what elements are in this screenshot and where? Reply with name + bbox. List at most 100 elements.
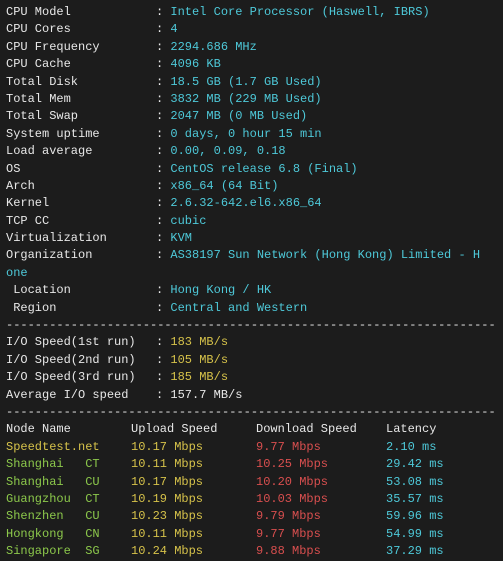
location-block: Location: Hong Kong / HK Region: Central… — [6, 282, 497, 317]
latency: 54.99 ms — [386, 526, 476, 543]
latency: 53.08 ms — [386, 474, 476, 491]
info-row: CPU Model: Intel Core Processor (Haswell… — [6, 4, 497, 21]
node-name: Singapore SG — [6, 543, 131, 560]
node-name: Speedtest.net — [6, 439, 131, 456]
info-separator: : — [156, 40, 170, 54]
info-label: OS — [6, 161, 156, 178]
info-row: System uptime: 0 days, 0 hour 15 min — [6, 126, 497, 143]
info-label: CPU Model — [6, 4, 156, 21]
download-speed: 10.25 Mbps — [256, 456, 386, 473]
info-separator: : — [156, 301, 170, 315]
info-value: KVM — [170, 231, 192, 245]
info-row: I/O Speed(3rd run): 185 MB/s — [6, 369, 497, 386]
info-label: TCP CC — [6, 213, 156, 230]
info-separator: : — [156, 75, 170, 89]
info-row: Total Mem: 3832 MB (229 MB Used) — [6, 91, 497, 108]
table-header-row: Node NameUpload SpeedDownload SpeedLaten… — [6, 421, 497, 438]
info-row: I/O Speed(1st run): 183 MB/s — [6, 334, 497, 351]
info-row: CPU Frequency: 2294.686 MHz — [6, 39, 497, 56]
info-value: AS38197 Sun Network (Hong Kong) Limited … — [170, 248, 480, 262]
info-label: CPU Cache — [6, 56, 156, 73]
info-label: System uptime — [6, 126, 156, 143]
info-separator: : — [156, 179, 170, 193]
info-value: 157.7 MB/s — [170, 388, 242, 402]
info-row: OS: CentOS release 6.8 (Final) — [6, 161, 497, 178]
latency: 29.42 ms — [386, 456, 476, 473]
info-separator: : — [156, 388, 170, 402]
info-value: 3832 MB (229 MB Used) — [170, 92, 321, 106]
download-speed: 9.88 Mbps — [256, 543, 386, 560]
table-row: Shanghai CU10.17 Mbps10.20 Mbps53.08 ms — [6, 474, 497, 491]
info-separator: : — [156, 57, 170, 71]
info-value: 105 MB/s — [170, 353, 228, 367]
info-row: Kernel: 2.6.32-642.el6.x86_64 — [6, 195, 497, 212]
info-row: Total Swap: 2047 MB (0 MB Used) — [6, 108, 497, 125]
info-separator: : — [156, 127, 170, 141]
info-row: I/O Speed(2nd run): 105 MB/s — [6, 352, 497, 369]
upload-speed: 10.17 Mbps — [131, 439, 256, 456]
info-value: x86_64 (64 Bit) — [170, 179, 278, 193]
upload-speed: 10.11 Mbps — [131, 526, 256, 543]
upload-speed: 10.23 Mbps — [131, 508, 256, 525]
info-value: Central and Western — [170, 301, 307, 315]
info-separator: : — [156, 231, 170, 245]
info-row: Region: Central and Western — [6, 300, 497, 317]
info-separator: : — [156, 248, 170, 262]
info-label: I/O Speed(3rd run) — [6, 369, 156, 386]
info-row: Location: Hong Kong / HK — [6, 282, 497, 299]
info-separator: : — [156, 196, 170, 210]
table-row: Shenzhen CU10.23 Mbps9.79 Mbps59.96 ms — [6, 508, 497, 525]
divider-line: ----------------------------------------… — [6, 404, 497, 421]
info-value: 185 MB/s — [170, 370, 228, 384]
info-separator: : — [156, 5, 170, 19]
download-speed: 9.77 Mbps — [256, 439, 386, 456]
info-label: CPU Cores — [6, 21, 156, 38]
io-speed-block: I/O Speed(1st run): 183 MB/sI/O Speed(2n… — [6, 334, 497, 404]
upload-speed: 10.24 Mbps — [131, 543, 256, 560]
table-header-up: Upload Speed — [131, 421, 256, 438]
divider-line: ----------------------------------------… — [6, 317, 497, 334]
info-row: Organization: AS38197 Sun Network (Hong … — [6, 247, 497, 264]
org-wrap-fragment: one — [6, 265, 497, 282]
info-row: Arch: x86_64 (64 Bit) — [6, 178, 497, 195]
info-row: CPU Cores: 4 — [6, 21, 497, 38]
info-label: I/O Speed(1st run) — [6, 334, 156, 351]
info-value: 0 days, 0 hour 15 min — [170, 127, 321, 141]
info-separator: : — [156, 144, 170, 158]
info-label: Total Swap — [6, 108, 156, 125]
info-label: CPU Frequency — [6, 39, 156, 56]
download-speed: 10.20 Mbps — [256, 474, 386, 491]
info-label: Total Mem — [6, 91, 156, 108]
info-label: Location — [6, 282, 156, 299]
info-separator: : — [156, 353, 170, 367]
info-value: 4 — [170, 22, 177, 36]
node-name: Hongkong CN — [6, 526, 131, 543]
info-separator: : — [156, 335, 170, 349]
info-label: Virtualization — [6, 230, 156, 247]
table-row: Singapore SG10.24 Mbps9.88 Mbps37.29 ms — [6, 543, 497, 560]
info-separator: : — [156, 283, 170, 297]
info-value: 2.6.32-642.el6.x86_64 — [170, 196, 321, 210]
info-separator: : — [156, 22, 170, 36]
table-header-node: Node Name — [6, 421, 131, 438]
info-separator: : — [156, 162, 170, 176]
info-separator: : — [156, 92, 170, 106]
info-value: 0.00, 0.09, 0.18 — [170, 144, 285, 158]
download-speed: 9.79 Mbps — [256, 508, 386, 525]
info-value: 4096 KB — [170, 57, 220, 71]
node-name: Shenzhen CU — [6, 508, 131, 525]
info-value: Hong Kong / HK — [170, 283, 271, 297]
info-label: Average I/O speed — [6, 387, 156, 404]
info-value: CentOS release 6.8 (Final) — [170, 162, 357, 176]
latency: 2.10 ms — [386, 439, 476, 456]
info-label: I/O Speed(2nd run) — [6, 352, 156, 369]
download-speed: 9.77 Mbps — [256, 526, 386, 543]
info-value: cubic — [170, 214, 206, 228]
node-name: Shanghai CT — [6, 456, 131, 473]
info-value: 18.5 GB (1.7 GB Used) — [170, 75, 321, 89]
info-label: Kernel — [6, 195, 156, 212]
info-row: CPU Cache: 4096 KB — [6, 56, 497, 73]
info-label: Arch — [6, 178, 156, 195]
info-value: 183 MB/s — [170, 335, 228, 349]
latency: 37.29 ms — [386, 543, 476, 560]
